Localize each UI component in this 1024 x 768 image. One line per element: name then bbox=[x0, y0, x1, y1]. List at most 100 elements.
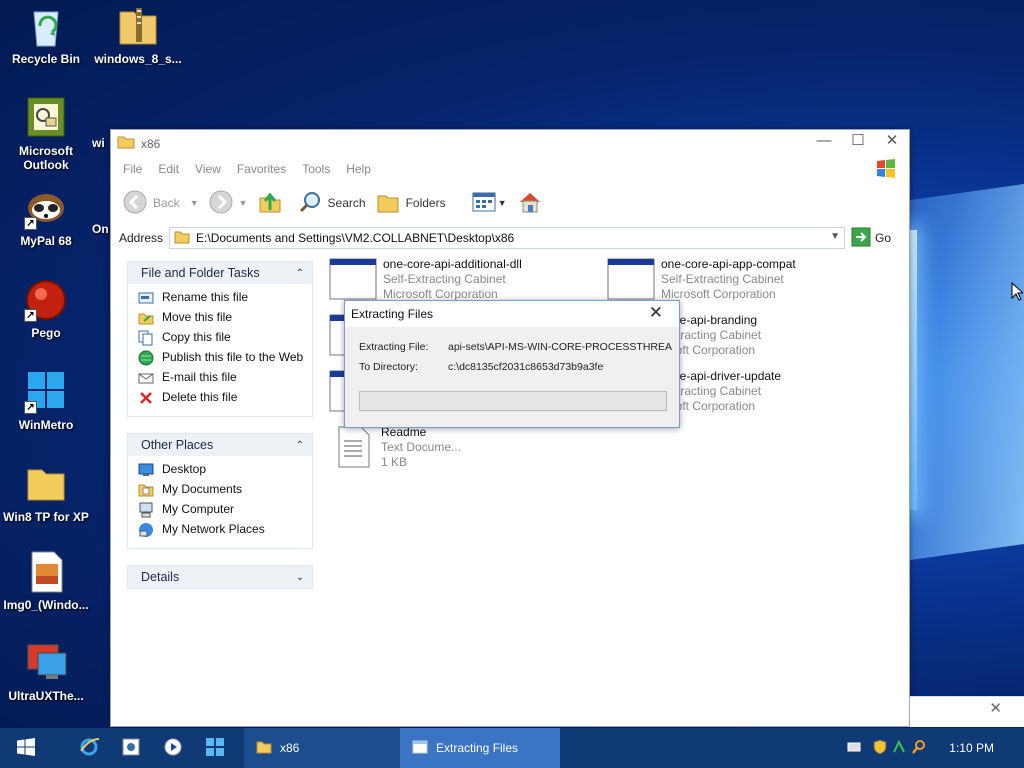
task-email[interactable]: E-mail this file bbox=[138, 370, 308, 386]
file-folder-tasks-header[interactable]: File and Folder Tasks ⌃ bbox=[128, 262, 312, 284]
dialog-title: Extracting Files bbox=[351, 307, 434, 321]
file-item[interactable]: one-core-api-app-compat Self-Extracting … bbox=[607, 257, 887, 302]
extraction-progress-bar bbox=[359, 391, 667, 411]
task-header-label: Other Places bbox=[141, 438, 214, 452]
task-label: Rename this file bbox=[162, 290, 249, 304]
network-icon[interactable] bbox=[891, 739, 907, 758]
views-button[interactable]: ▼ bbox=[472, 191, 507, 216]
file-item[interactable]: Readme Text Docume... 1 KB bbox=[335, 425, 615, 470]
folder-icon bbox=[24, 462, 68, 506]
desktop-icon-label: UltraUXThe... bbox=[8, 689, 84, 703]
shortcut-arrow-icon: ↗ bbox=[24, 309, 37, 322]
my-computer-icon bbox=[138, 502, 154, 518]
desktop-icon-zip[interactable]: windows_8_s... bbox=[92, 4, 184, 66]
chevron-down-icon[interactable]: ▼ bbox=[190, 198, 199, 208]
maximize-button[interactable]: ☐ bbox=[841, 130, 875, 154]
desktop-icon-label: Win8 TP for XP bbox=[3, 510, 89, 524]
expand-icon[interactable]: ⌄ bbox=[296, 572, 304, 583]
file-size: 1 KB bbox=[381, 455, 408, 469]
extracting-file-label: Extracting File: bbox=[359, 341, 429, 353]
collapse-icon[interactable]: ⌃ bbox=[296, 268, 304, 279]
place-my-computer[interactable]: My Computer bbox=[138, 502, 308, 518]
menu-favorites[interactable]: Favorites bbox=[237, 162, 286, 176]
folders-label: Folders bbox=[405, 196, 446, 210]
search-button[interactable]: Search bbox=[298, 190, 366, 217]
dialog-close-button[interactable]: ✕ bbox=[649, 303, 663, 323]
cabinet-exe-icon bbox=[329, 257, 377, 301]
menu-view[interactable]: View bbox=[195, 162, 221, 176]
menu-help[interactable]: Help bbox=[346, 162, 371, 176]
chevron-down-icon[interactable]: ▼ bbox=[239, 198, 248, 208]
desktop-icon-label: Pego bbox=[31, 326, 61, 340]
task-rename[interactable]: Rename this file bbox=[138, 290, 308, 306]
file-item[interactable]: -core-api-branding -Extracting Cabinet r… bbox=[659, 313, 859, 358]
desktop-icon-pego[interactable]: ↗ Pego bbox=[0, 278, 92, 340]
task-label: Delete this file bbox=[162, 390, 238, 404]
desktop-icon-winmetro[interactable]: ↗ WinMetro bbox=[0, 370, 92, 432]
other-places-header[interactable]: Other Places ⌃ bbox=[128, 434, 312, 456]
go-button[interactable]: Go bbox=[851, 227, 891, 250]
desktop-icon-recycle-bin[interactable]: Recycle Bin bbox=[0, 4, 92, 66]
place-my-network[interactable]: My Network Places bbox=[138, 522, 308, 538]
details-header[interactable]: Details ⌄ bbox=[128, 566, 312, 588]
desktop-icon-img0[interactable]: Img0_(Windo... bbox=[0, 550, 92, 612]
toast-close-button[interactable]: ✕ bbox=[989, 699, 1002, 717]
desktop-icon-label: Recycle Bin bbox=[11, 52, 81, 66]
file-item[interactable]: one-core-api-additional-dll Self-Extract… bbox=[329, 257, 609, 302]
pinned-media-player[interactable] bbox=[152, 728, 194, 768]
pinned-metro[interactable] bbox=[194, 728, 236, 768]
forward-button[interactable]: ▼ bbox=[209, 190, 248, 217]
desktop-icon-label: MyPal 68 bbox=[20, 234, 72, 248]
minimize-button[interactable]: — bbox=[807, 130, 841, 154]
chevron-down-icon[interactable]: ▼ bbox=[498, 198, 507, 208]
internet-explorer-icon bbox=[79, 737, 100, 760]
dialog-titlebar[interactable]: Extracting Files ✕ bbox=[345, 301, 679, 327]
explorer-window: x86 — ☐ ✕ File Edit View Favorites Tools… bbox=[110, 129, 910, 727]
explorer-titlebar[interactable]: x86 — ☐ ✕ bbox=[111, 130, 909, 157]
close-button[interactable]: ✕ bbox=[875, 130, 909, 154]
back-button[interactable]: Back ▼ bbox=[123, 190, 199, 217]
start-button[interactable] bbox=[0, 728, 52, 768]
task-delete[interactable]: Delete this file bbox=[138, 390, 308, 406]
up-folder-button[interactable] bbox=[258, 190, 288, 217]
desktop-icon-mypal[interactable]: ↗ MyPal 68 bbox=[0, 186, 92, 248]
home-button[interactable] bbox=[517, 190, 549, 217]
task-publish[interactable]: Publish this file to the Web bbox=[138, 350, 308, 366]
forward-arrow-icon bbox=[209, 190, 233, 217]
desktop-icon-ultraux[interactable]: UltraUXThe... bbox=[0, 641, 92, 703]
task-header-label: Details bbox=[141, 570, 180, 584]
control-panel-icon bbox=[121, 737, 141, 760]
taskbar-button-extracting[interactable]: Extracting Files bbox=[400, 728, 560, 768]
menu-tools[interactable]: Tools bbox=[302, 162, 330, 176]
folders-button[interactable]: Folders bbox=[376, 190, 446, 217]
taskbar-button-x86[interactable]: x86 bbox=[244, 728, 400, 768]
pinned-ie[interactable] bbox=[68, 728, 110, 768]
winmetro-icon: ↗ bbox=[24, 370, 68, 414]
collapse-icon[interactable]: ⌃ bbox=[296, 440, 304, 451]
chevron-down-icon[interactable]: ▼ bbox=[830, 231, 840, 242]
file-item[interactable]: -core-api-driver-update -Extracting Cabi… bbox=[659, 369, 859, 414]
to-directory-label: To Directory: bbox=[359, 361, 418, 373]
menu-edit[interactable]: Edit bbox=[158, 162, 179, 176]
task-move[interactable]: Move this file bbox=[138, 310, 308, 326]
desktop-icon-outlook[interactable]: Microsoft Outlook bbox=[0, 96, 92, 172]
keyboard-icon[interactable] bbox=[847, 741, 861, 756]
task-label: Copy this file bbox=[162, 330, 231, 344]
task-copy[interactable]: Copy this file bbox=[138, 330, 308, 346]
search-tray-icon[interactable] bbox=[911, 739, 927, 758]
desktop-icon-label: wi bbox=[92, 136, 105, 150]
search-label: Search bbox=[327, 196, 366, 210]
place-my-documents[interactable]: My Documents bbox=[138, 482, 308, 498]
folder-icon bbox=[256, 740, 272, 757]
desktop-icon-win8tp[interactable]: Win8 TP for XP bbox=[0, 462, 92, 524]
desktop-icon-iobit[interactable]: wi bbox=[92, 92, 112, 150]
clock[interactable]: 1:10 PM bbox=[949, 741, 994, 755]
shield-icon[interactable] bbox=[873, 738, 887, 758]
metro-tiles-icon bbox=[206, 737, 224, 759]
menu-file[interactable]: File bbox=[123, 162, 142, 176]
address-field[interactable]: E:\Documents and Settings\VM2.COLLABNET\… bbox=[169, 227, 846, 249]
extracting-file-row: Extracting File: api-sets\API-MS-WIN-COR… bbox=[359, 341, 675, 353]
search-icon bbox=[298, 190, 322, 217]
place-desktop[interactable]: Desktop bbox=[138, 462, 308, 478]
pinned-control-panel[interactable] bbox=[110, 728, 152, 768]
